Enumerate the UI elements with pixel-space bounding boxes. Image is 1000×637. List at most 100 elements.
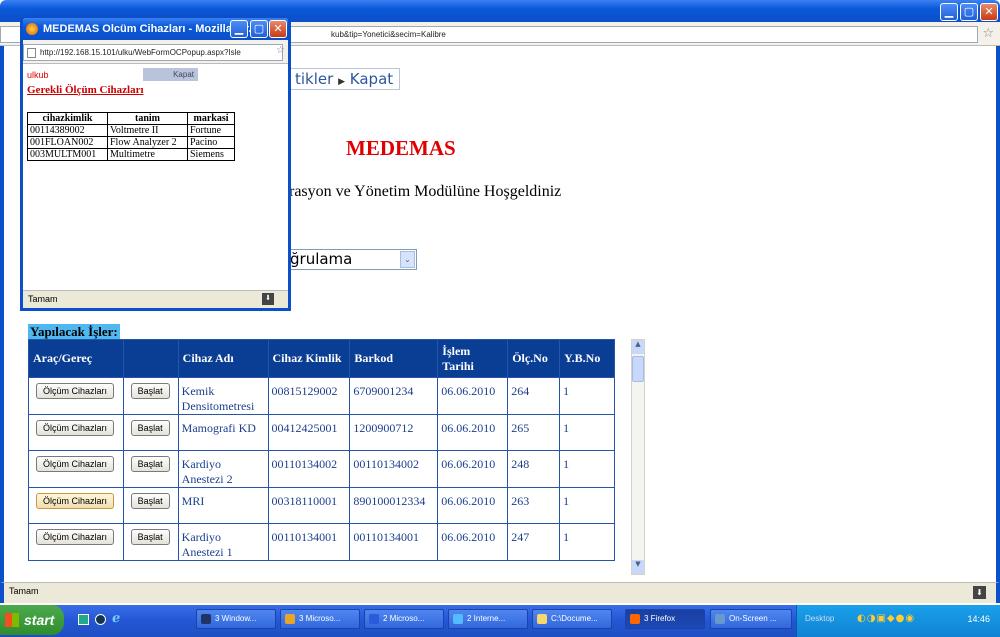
- olcum-cihazlari-button[interactable]: Ölçüm Cihazları: [36, 529, 115, 545]
- popup-table-row: 003MULTM001 Multimetre Siemens: [27, 148, 235, 161]
- taskbar-item-label: 3 Window...: [215, 614, 257, 623]
- cihaz-kimlik: 00110134001: [271, 530, 338, 544]
- taskbar-item[interactable]: 3 Firefox: [625, 609, 705, 629]
- cell-cihaz-adi: Kemik Densitometresi: [177, 377, 269, 415]
- cell-barkod: 00110134001: [349, 523, 439, 561]
- tasks-table: Araç/Gereç Cihaz Adı Cihaz Kimlik Barkod…: [28, 339, 615, 561]
- cell-olc: 264: [507, 377, 561, 415]
- olcum-cihazlari-button[interactable]: Ölçüm Cihazları: [36, 456, 115, 472]
- olc-no: 263: [511, 494, 530, 508]
- cell-baslat: Başlat: [122, 377, 179, 415]
- col-barkod: Barkod: [349, 339, 439, 378]
- taskbar-item[interactable]: 3 Microso...: [280, 609, 360, 629]
- chevron-down-icon: ⌄: [400, 251, 415, 268]
- taskbar-item-label: C:\Docume...: [551, 614, 598, 623]
- popup-statusbar: Tamam ⬇: [23, 290, 288, 308]
- col-blank: [122, 339, 179, 378]
- olcum-cihazlari-button[interactable]: Ölçüm Cihazları: [36, 420, 115, 436]
- menu-item-kapat[interactable]: Kapat: [350, 70, 393, 88]
- cell-yb: 1: [559, 523, 615, 561]
- taskbar-app-icon: [453, 614, 463, 624]
- taskbar-app-icon: [285, 614, 295, 624]
- popup-col-markasi: markasi: [187, 112, 235, 125]
- baslat-button[interactable]: Başlat: [130, 456, 170, 472]
- cell-olc: 248: [507, 450, 561, 488]
- popup-close-button[interactable]: ✕: [269, 20, 287, 38]
- col-olc-no: Ölç.No: [507, 339, 561, 378]
- bookmark-star-icon[interactable]: ☆: [982, 26, 994, 41]
- baslat-button[interactable]: Başlat: [130, 383, 170, 399]
- col-cihaz-adi: Cihaz Adı: [177, 339, 269, 378]
- popup-table-row: 00114389002 Voltmetre II Fortune: [27, 124, 235, 137]
- taskbar: start ℯ 3 Window... 3 Microso... 2 Microso…: [0, 605, 1000, 637]
- popup-bookmark-star-icon[interactable]: ☆: [276, 45, 285, 56]
- barkod: 00110134001: [353, 530, 419, 544]
- menu-bar: tikler ▶ Kapat: [288, 68, 401, 90]
- cihaz-kimlik: 00318110001: [271, 494, 338, 508]
- cell-baslat: Başlat: [122, 487, 179, 524]
- popup-download-icon[interactable]: ⬇: [262, 293, 274, 305]
- close-button[interactable]: ✕: [980, 3, 998, 21]
- taskbar-item[interactable]: 3 Window...: [196, 609, 276, 629]
- quicklaunch-icon[interactable]: [78, 614, 89, 625]
- baslat-button[interactable]: Başlat: [130, 529, 170, 545]
- firefox-icon: [26, 23, 38, 35]
- minimize-button[interactable]: ▁: [940, 3, 958, 21]
- cihaz-kimlik: 00412425001: [271, 421, 338, 435]
- cihaz-kimlik: 00815129002: [271, 384, 338, 398]
- taskbar-item[interactable]: 2 Microso...: [364, 609, 444, 629]
- popup-url-field[interactable]: http://192.168.15.101/ulku/WebFormOCPopu…: [23, 44, 283, 61]
- popup-maximize-button[interactable]: ▢: [250, 20, 268, 38]
- popup-title: MEDEMAS Olcüm Cihazları - Mozilla Fir...: [43, 23, 258, 35]
- taskbar-item[interactable]: 2 Interne...: [448, 609, 528, 629]
- popup-heading: Gerekli Ölçüm Cihazları: [27, 84, 144, 96]
- yb-no: 1: [563, 494, 570, 508]
- cell-barkod: 890100012334: [349, 487, 439, 524]
- download-icon[interactable]: ⬇: [973, 586, 986, 599]
- scroll-up-arrow[interactable]: ▲: [632, 340, 644, 354]
- popup-kapat-button[interactable]: Kapat: [143, 68, 198, 81]
- mode-select[interactable]: ğrulama ⌄: [287, 249, 417, 270]
- cell-baslat: Başlat: [122, 450, 179, 488]
- cell-arac: Ölçüm Cihazları: [28, 414, 124, 451]
- barkod: 1200900712: [353, 421, 414, 435]
- baslat-button[interactable]: Başlat: [130, 420, 170, 436]
- taskbar-item-label: 2 Microso...: [383, 614, 425, 623]
- islem-tarihi: 06.06.2010: [441, 494, 496, 508]
- popup-url-toolbar: http://192.168.15.101/ulku/WebFormOCPopu…: [23, 40, 288, 64]
- popup-cell: Siemens: [187, 148, 235, 161]
- cell-barkod: 00110134002: [349, 450, 439, 488]
- taskbar-item[interactable]: C:\Docume...: [532, 609, 612, 629]
- taskbar-item[interactable]: On-Screen ...: [710, 609, 792, 629]
- popup-cell: 003MULTM001: [27, 148, 108, 161]
- cell-yb: 1: [559, 487, 615, 524]
- quicklaunch-icon[interactable]: [95, 614, 106, 625]
- popup-minimize-button[interactable]: ▁: [230, 20, 248, 38]
- start-label: start: [24, 612, 55, 628]
- popup-titlebar[interactable]: MEDEMAS Olcüm Cihazları - Mozilla Fir...…: [23, 18, 288, 40]
- taskbar-item-label: 3 Firefox: [644, 614, 676, 623]
- cihaz-adi: MRI: [181, 494, 205, 508]
- islem-tarihi: 06.06.2010: [441, 530, 496, 544]
- olcum-cihazlari-button[interactable]: Ölçüm Cihazları: [36, 383, 115, 399]
- olc-no: 264: [511, 384, 530, 398]
- start-button[interactable]: start: [0, 605, 64, 635]
- yb-no: 1: [563, 457, 570, 471]
- taskbar-app-icon: [369, 614, 379, 624]
- cell-tarih: 06.06.2010: [437, 487, 509, 524]
- olcum-cihazlari-button[interactable]: Ölçüm Cihazları: [36, 493, 115, 509]
- tasks-scrollbar[interactable]: ▲ ▼: [631, 339, 645, 575]
- col-yb-no: Y.B.No: [559, 339, 615, 378]
- scroll-thumb[interactable]: [632, 356, 644, 382]
- table-row: Ölçüm Cihazları Başlat Kardiyo Anestezi 1 0…: [28, 523, 615, 561]
- baslat-button[interactable]: Başlat: [130, 493, 170, 509]
- olc-no: 247: [511, 530, 530, 544]
- taskbar-app-icon: [201, 614, 211, 624]
- desktop-toolbar[interactable]: Desktop: [805, 614, 834, 623]
- scroll-down-arrow[interactable]: ▼: [632, 560, 644, 574]
- cell-tarih: 06.06.2010: [437, 414, 509, 451]
- maximize-button[interactable]: ▢: [960, 3, 978, 21]
- col-islem-tarihi: İşlem Tarihi: [437, 339, 509, 378]
- ie-icon[interactable]: ℯ: [112, 611, 120, 626]
- menu-item-istatistikler[interactable]: tikler: [295, 70, 333, 88]
